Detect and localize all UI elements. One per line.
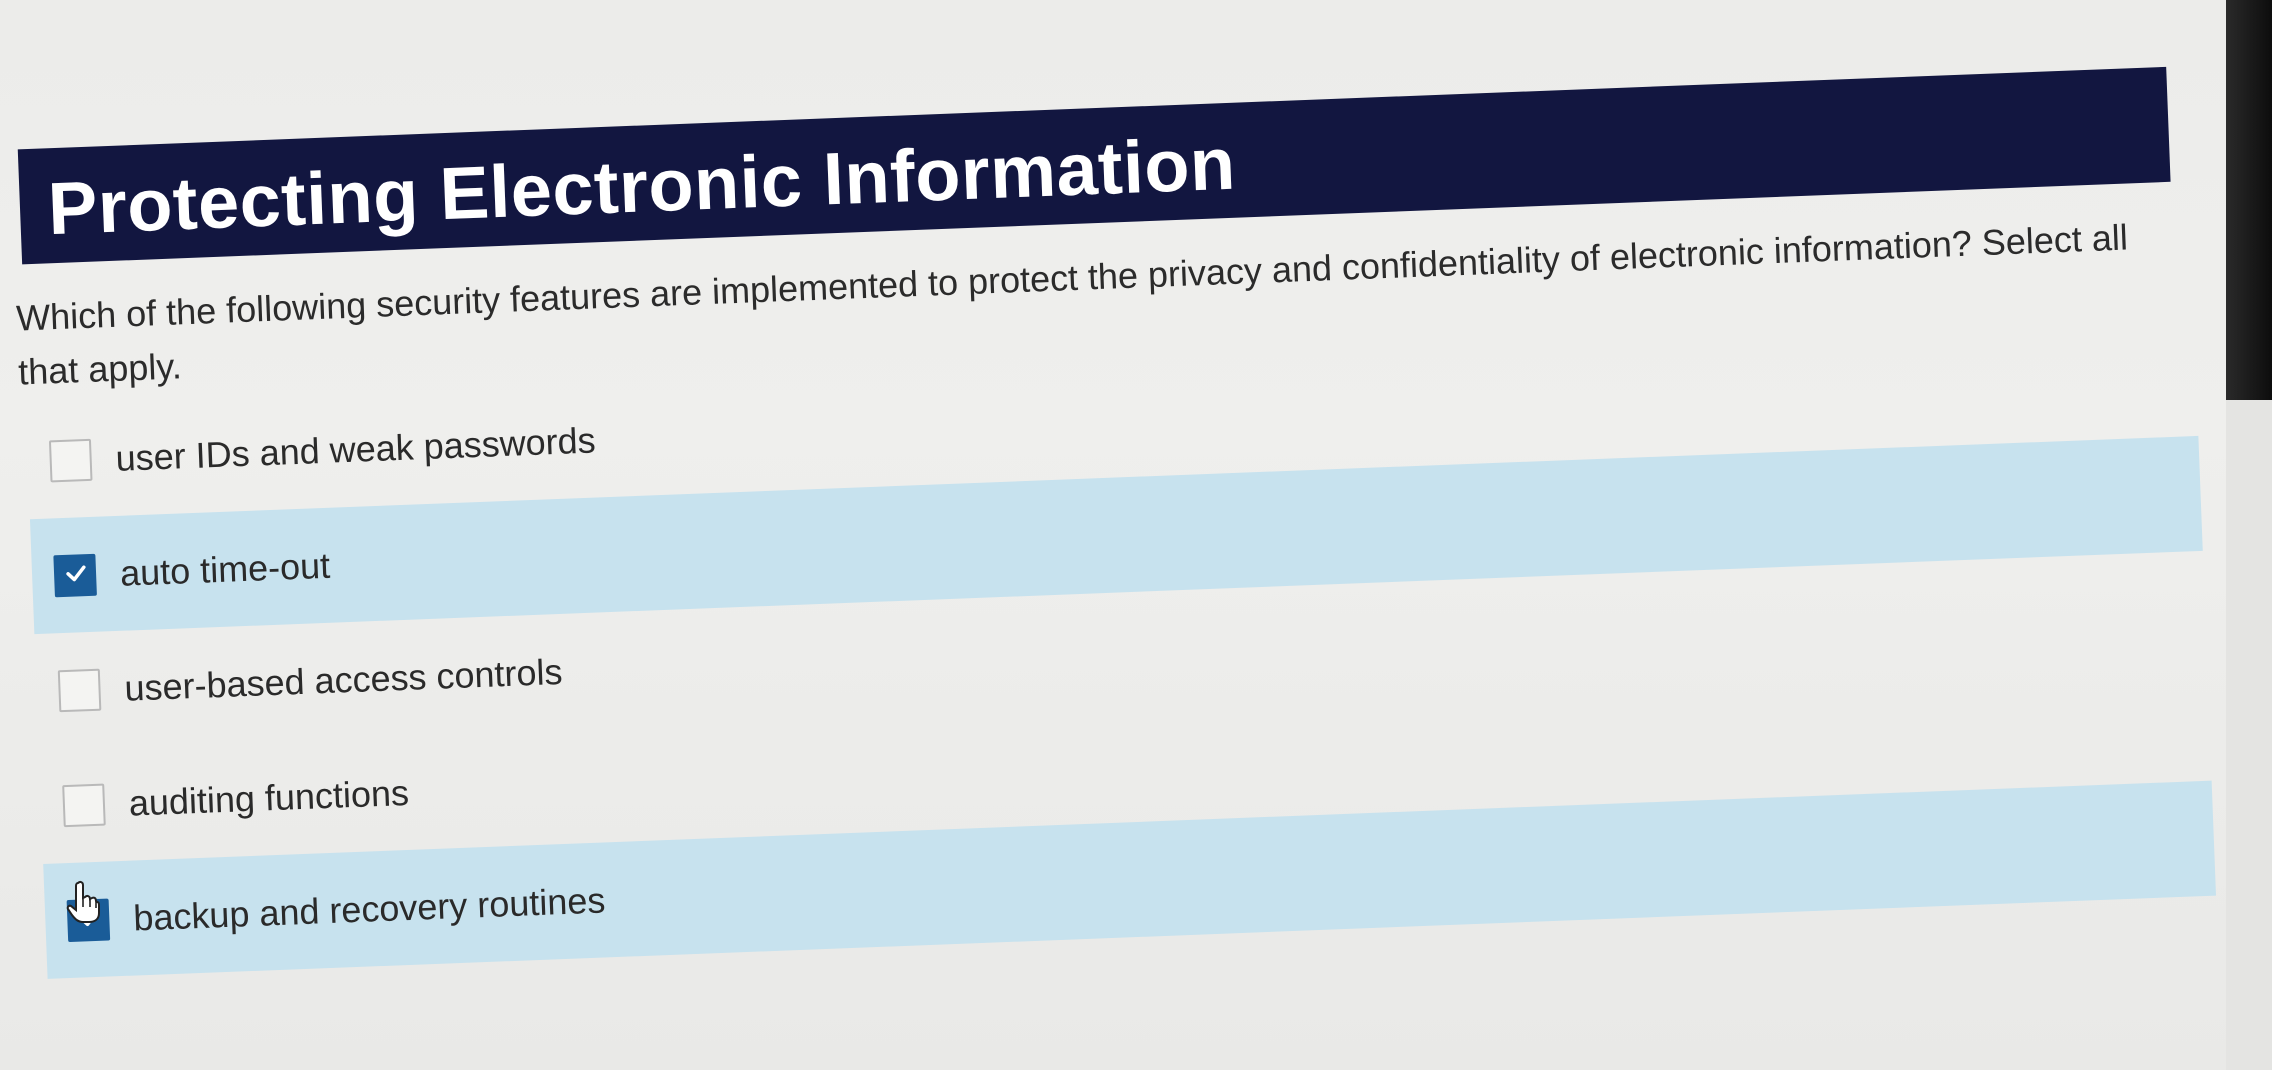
hand-pointer-icon — [66, 880, 100, 923]
page-title: Protecting Electronic Information — [46, 121, 1238, 251]
screen: Protecting Electronic Information Which … — [0, 0, 2272, 1070]
option-label[interactable]: auditing functions — [128, 771, 410, 824]
option-checkbox[interactable] — [53, 553, 97, 597]
question-panel: Protecting Electronic Information Which … — [0, 0, 2265, 1069]
bezel-edge — [2226, 400, 2272, 1070]
option-label[interactable]: user IDs and weak passwords — [115, 419, 596, 479]
screen-bezel — [2226, 0, 2272, 1070]
checkmark-icon — [66, 564, 86, 581]
option-label[interactable]: backup and recovery routines — [133, 879, 607, 939]
option-checkbox[interactable] — [62, 783, 106, 827]
option-label[interactable]: auto time-out — [119, 544, 331, 594]
option-checkbox[interactable] — [48, 438, 93, 482]
option-label[interactable]: user-based access controls — [124, 650, 564, 709]
option-checkbox[interactable] — [57, 668, 102, 712]
options-list: user IDs and weak passwords auto time-ou… — [26, 321, 2217, 979]
